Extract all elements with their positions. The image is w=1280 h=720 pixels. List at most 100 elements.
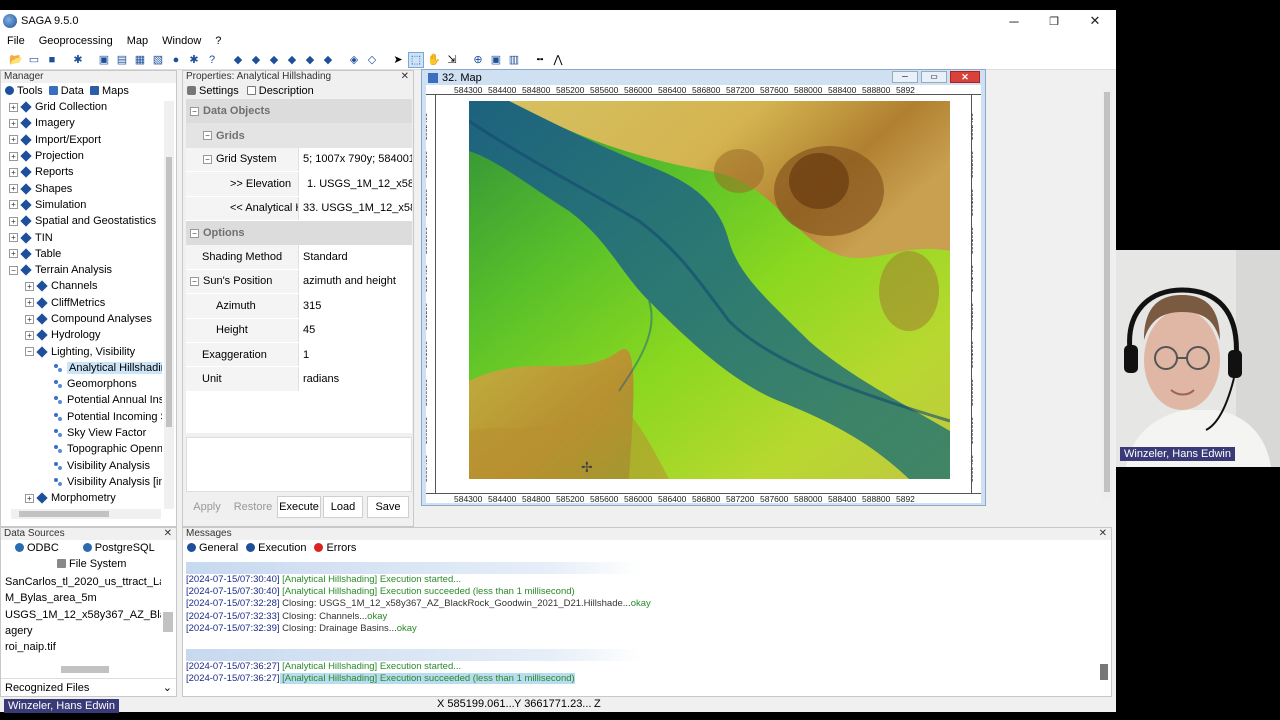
tab-postgresql[interactable]: PostgreSQL [82,542,155,554]
close-properties-icon[interactable]: ✕ [401,71,409,83]
frame-icon[interactable]: ▣ [96,52,112,68]
tree-item[interactable]: + Spatial and Geostatistics [1,213,162,229]
collapse-icon[interactable]: − [25,347,34,357]
expand-icon[interactable]: + [9,167,18,177]
map-layout-icon[interactable]: ◇ [364,52,380,68]
pointer-icon[interactable]: ➤ [390,52,406,68]
info-icon[interactable]: ● [168,52,184,68]
load-button[interactable]: Load [323,496,363,518]
file-item[interactable]: agery [1,623,161,639]
map-close-button[interactable]: ✕ [950,71,980,83]
category-grids[interactable]: − Grids [186,123,412,148]
minimize-button[interactable]: ─ [994,10,1034,32]
map-canvas[interactable]: 584300 584400 584800 585200 585600 586000 5864… [426,85,981,504]
tab-tools[interactable]: Tools [5,85,43,97]
tab-settings[interactable]: Settings [187,85,239,97]
tree-item[interactable]: Visibility Analysis [int [1,474,162,490]
menu-map[interactable]: Map [120,35,155,47]
tree-item[interactable]: + Table [1,246,162,262]
prop-grid-system[interactable]: − Grid System 5; 1007x 790y; 584001.5 [186,147,412,173]
files-hscroll[interactable] [61,666,109,673]
tree-item[interactable]: + Compound Analyses [1,311,162,327]
tree-item[interactable]: + Grid Collection [1,99,162,115]
tree-item[interactable]: + Shapes [1,180,162,196]
map-maximize-button[interactable]: ▭ [921,71,947,83]
file-item[interactable]: SanCarlos_tl_2020_us_ttract_Lat_Lo [1,574,161,590]
zoom-sel-icon[interactable]: ▥ [506,52,522,68]
category-data-objects[interactable]: − Data Objects [186,99,412,124]
expand-icon[interactable]: + [9,135,18,145]
prop-analytical[interactable]: << Analytical H33. USGS_1M_12_x58y3 [186,196,412,221]
expand-icon[interactable]: + [9,233,18,243]
execute-button[interactable]: Execute [277,496,321,518]
tree-item[interactable]: + CliffMetrics [1,295,162,311]
prop-shading-method[interactable]: Shading Method Standard [186,245,412,270]
layer-icon[interactable]: ◆ [230,52,246,68]
files-vscroll[interactable] [163,612,173,632]
messages-vscroll[interactable] [1100,664,1108,680]
tree-item[interactable]: + Simulation [1,197,162,213]
tab-general[interactable]: General [187,542,238,554]
help-icon[interactable]: ? [204,52,220,68]
category-options[interactable]: − Options [186,220,412,246]
tree-vscroll[interactable] [164,101,174,509]
tree-item[interactable]: + Channels [1,278,162,294]
tree-item[interactable]: Potential Incoming S [1,409,162,425]
layer5-icon[interactable]: ◆ [302,52,318,68]
file-item[interactable]: M_Bylas_area_5m [1,590,161,606]
tree-hscroll[interactable] [11,509,161,519]
north-arrow-icon[interactable]: ⋀ [550,52,566,68]
save-icon[interactable]: ■ [44,52,60,68]
expand-icon[interactable]: + [25,493,34,503]
tree-item[interactable]: Analytical Hillshading [1,360,162,376]
expand-icon[interactable]: + [9,249,18,259]
file-item[interactable]: USGS_1M_12_x58y367_AZ_BlackR [1,607,161,623]
map-3d-icon[interactable]: ◈ [346,52,362,68]
apply-button[interactable]: Apply [186,496,228,518]
frame3-icon[interactable]: ▦ [132,52,148,68]
expand-icon[interactable]: + [9,216,18,226]
tab-errors[interactable]: Errors [314,542,356,554]
expand-icon[interactable]: + [9,118,18,128]
tab-odbc[interactable]: ODBC [15,542,59,554]
expand-icon[interactable]: + [9,200,18,210]
close-datasources-icon[interactable]: ✕ [164,528,172,540]
tree-item[interactable]: + Imagery [1,115,162,131]
map-minimize-button[interactable]: ─ [892,71,918,83]
close-button[interactable]: ✕ [1075,10,1115,32]
layer3-icon[interactable]: ◆ [266,52,282,68]
menu-help[interactable]: ? [208,35,228,47]
measure-icon[interactable]: ⇲ [444,52,460,68]
zoom-icon[interactable]: ⬚ [408,51,424,68]
prop-exaggeration[interactable]: Exaggeration 1 [186,342,412,368]
expand-icon[interactable]: + [25,298,34,308]
prop-unit[interactable]: Unit radians [186,367,412,392]
pan-icon[interactable]: ✋ [426,52,442,68]
tree-item[interactable]: Topographic Openn [1,441,162,457]
expand-icon[interactable]: + [25,330,34,340]
scalebar-icon[interactable]: ╍ [532,52,548,68]
mdi-vscroll[interactable] [1102,90,1112,500]
menu-window[interactable]: Window [155,35,208,47]
close-messages-icon[interactable]: ✕ [1099,528,1107,540]
prop-elevation[interactable]: >> Elevation1. USGS_1M_12_x58y3 [186,172,412,197]
expand-icon[interactable]: + [9,102,18,112]
tab-filesystem[interactable]: File System [1,556,176,572]
expand-icon[interactable]: + [9,151,18,161]
tree-item[interactable]: Sky View Factor [1,425,162,441]
expand-icon[interactable]: + [25,281,34,291]
tree-item[interactable]: + Reports [1,164,162,180]
tab-maps[interactable]: Maps [89,85,129,97]
zoom-full-icon[interactable]: ⊕ [470,52,486,68]
file-item[interactable]: roi_naip.tif [1,639,161,655]
expand-icon[interactable]: + [9,184,18,194]
tab-data[interactable]: Data [48,85,84,97]
menu-file[interactable]: File [0,35,32,47]
frame2-icon[interactable]: ▤ [114,52,130,68]
tool-settings-icon[interactable]: ✱ [186,52,202,68]
new-icon[interactable]: ▭ [26,52,42,68]
maximize-button[interactable]: ❐ [1034,10,1074,32]
prop-azimuth[interactable]: Azimuth 315 [186,294,412,319]
tree-item[interactable]: + Import/Export [1,132,162,148]
tree-item[interactable]: Geomorphons [1,376,162,392]
